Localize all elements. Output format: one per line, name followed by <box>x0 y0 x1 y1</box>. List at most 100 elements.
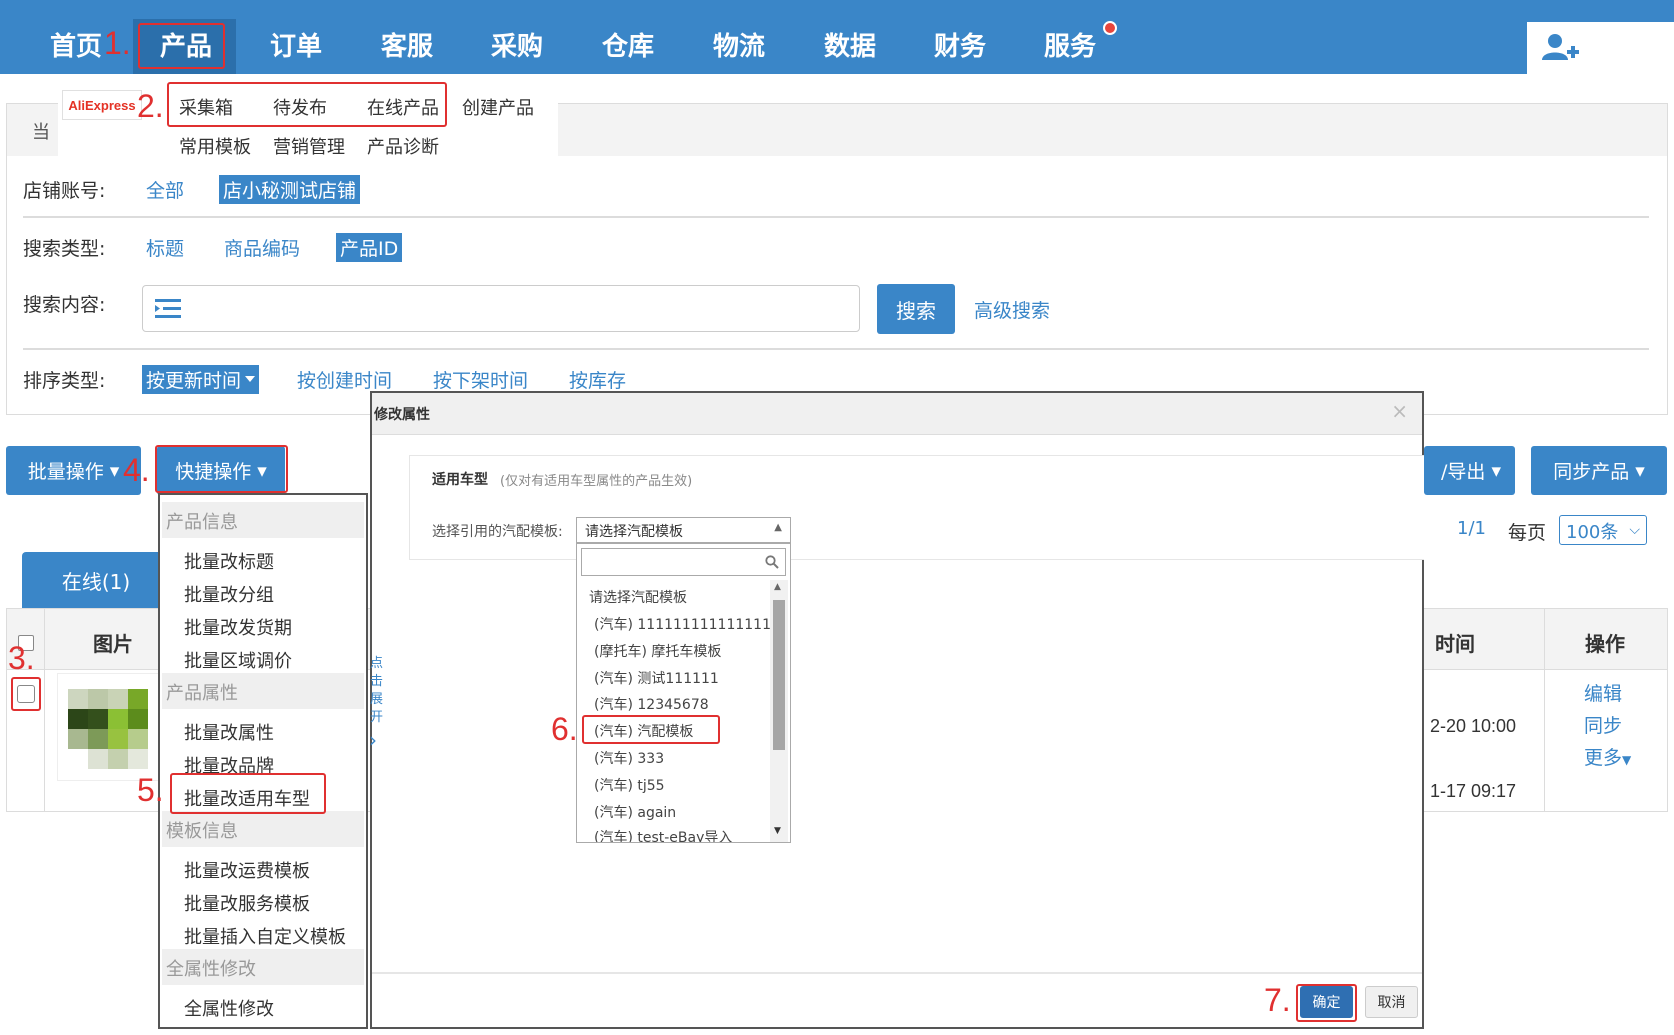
template-option[interactable]: (汽车) test-eBay导入 <box>594 827 732 842</box>
column-divider <box>1544 609 1545 811</box>
divider <box>23 348 1649 350</box>
nav-item-purchasing[interactable]: 采购 <box>491 26 543 63</box>
nav-item-data[interactable]: 数据 <box>824 26 876 63</box>
template-option[interactable]: (摩托车) 摩托车模板 <box>594 641 721 661</box>
scroll-up-icon[interactable]: ▲ <box>774 582 781 592</box>
template-option[interactable]: (汽车) 1111111111111111 <box>594 614 780 634</box>
scroll-down-icon[interactable]: ▼ <box>774 826 781 836</box>
nav-item-logistics[interactable]: 物流 <box>713 26 765 63</box>
advanced-search-link[interactable]: 高级搜索 <box>974 296 1050 323</box>
close-icon[interactable]: × <box>1391 399 1408 423</box>
template-option[interactable]: (汽车) 测试111111 <box>594 668 719 688</box>
action-more-label: 更多 <box>1584 747 1623 769</box>
aliexpress-logo: AliExpress <box>62 90 142 120</box>
step-number: 1. <box>104 25 131 61</box>
product-thumbnail[interactable] <box>57 673 161 781</box>
sync-products-button[interactable]: 同步产品 ▾ <box>1531 446 1667 495</box>
expand-hint[interactable]: 点击展开 <box>370 655 384 727</box>
template-search-input[interactable] <box>581 548 786 576</box>
sort-type-label: 排序类型: <box>23 370 106 392</box>
menu-item-batch-insert-custom-template[interactable]: 批量插入自定义模板 <box>184 923 346 949</box>
template-select-label: 选择引用的汽配模板: <box>432 524 563 540</box>
user-menu[interactable] <box>1527 22 1674 74</box>
caret-down-icon: ▼ <box>1622 753 1632 767</box>
cancel-button[interactable]: 取消 <box>1365 986 1418 1018</box>
store-option-all[interactable]: 全部 <box>146 176 184 203</box>
search-content-label: 搜索内容: <box>23 294 106 316</box>
batch-operations-label: 批量操作 <box>27 461 104 483</box>
sort-by-create-time[interactable]: 按创建时间 <box>297 366 392 393</box>
menu-item-batch-service-template[interactable]: 批量改服务模板 <box>184 890 310 916</box>
submenu-common-templates[interactable]: 常用模板 <box>179 133 251 159</box>
nav-item-warehouse[interactable]: 仓库 <box>602 26 654 63</box>
action-sync[interactable]: 同步 <box>1584 711 1622 738</box>
action-edit[interactable]: 编辑 <box>1584 679 1622 706</box>
search-button[interactable]: 搜索 <box>877 284 955 334</box>
sort-by-update-time[interactable]: 按更新时间 <box>142 365 260 394</box>
menu-item-batch-attributes[interactable]: 批量改属性 <box>184 719 274 745</box>
section-title: 适用车型 <box>432 472 488 488</box>
product-image <box>68 689 148 769</box>
annotation-box-4 <box>155 445 288 493</box>
menu-item-batch-shipping-template[interactable]: 批量改运费模板 <box>184 857 310 883</box>
template-options-list: 请选择汽配模板 (汽车) 1111111111111111 (摩托车) 摩托车模… <box>576 543 791 843</box>
sync-products-label: 同步产品 <box>1553 461 1630 483</box>
sort-by-update-time-label: 按更新时间 <box>146 370 242 392</box>
nav-item-home[interactable]: 首页 <box>50 26 102 63</box>
car-template-select[interactable]: 请选择汽配模板 ▲ <box>576 517 791 543</box>
nav-item-customer-service[interactable]: 客服 <box>381 26 433 63</box>
tab-online[interactable]: 在线(1) <box>22 552 170 608</box>
menu-group-product-attributes: 产品属性 <box>162 673 364 709</box>
menu-item-all-attributes-edit[interactable]: 全属性修改 <box>184 995 274 1021</box>
scrollbar-thumb[interactable] <box>773 600 785 750</box>
caret-up-icon: ▲ <box>774 522 782 533</box>
template-option[interactable]: (汽车) 12345678 <box>594 694 709 714</box>
menu-item-batch-title[interactable]: 批量改标题 <box>184 548 274 574</box>
annotation-box-1 <box>138 23 225 69</box>
step-number: 2. <box>137 88 164 124</box>
create-time: 1-17 09:17 <box>1430 781 1517 801</box>
template-option[interactable]: (汽车) again <box>594 802 676 822</box>
submenu-product-diagnosis[interactable]: 产品诊断 <box>367 133 439 159</box>
search-type-sku[interactable]: 商品编码 <box>224 234 300 261</box>
menu-group-product-info: 产品信息 <box>162 502 364 538</box>
action-more[interactable]: 更多▼ <box>1584 743 1631 770</box>
menu-item-batch-shipping-period[interactable]: 批量改发货期 <box>184 614 292 640</box>
batch-operations-button[interactable]: 批量操作 ▾ <box>6 446 141 495</box>
search-input[interactable] <box>142 285 860 332</box>
search-type-product-id[interactable]: 产品ID <box>336 233 403 262</box>
import-export-button[interactable]: /导出 ▾ <box>1424 446 1515 495</box>
column-header-time: 时间 <box>1435 632 1475 656</box>
annotation-box-7 <box>1296 984 1357 1022</box>
template-option[interactable]: (汽车) 333 <box>594 748 664 768</box>
search-type-label: 搜索类型: <box>23 238 106 260</box>
list-icon <box>155 299 181 318</box>
scrollbar-track[interactable]: ▲ ▼ <box>770 580 788 842</box>
template-option[interactable]: 请选择汽配模板 <box>589 587 687 607</box>
per-page-select[interactable]: 100条 ⌵ <box>1559 515 1647 545</box>
modal-title: 修改属性 <box>374 407 430 423</box>
notification-dot <box>1103 21 1117 35</box>
quick-operations-menu: 产品信息 批量改标题 批量改分组 批量改发货期 批量区域调价 产品属性 批量改属… <box>158 493 368 1029</box>
template-option[interactable]: (汽车) tj55 <box>594 775 665 795</box>
nav-item-services[interactable]: 服务 <box>1044 26 1096 63</box>
sort-by-stock[interactable]: 按库存 <box>569 366 626 393</box>
menu-group-template-info: 模板信息 <box>162 811 364 847</box>
nav-item-orders[interactable]: 订单 <box>270 26 322 63</box>
sort-by-delist-time[interactable]: 按下架时间 <box>433 366 528 393</box>
menu-item-batch-regional-price[interactable]: 批量区域调价 <box>184 647 292 673</box>
submenu-create-product[interactable]: 创建产品 <box>462 94 534 120</box>
search-type-title[interactable]: 标题 <box>146 234 184 261</box>
menu-group-all-attributes: 全属性修改 <box>162 949 364 985</box>
per-page-value: 100条 <box>1566 522 1619 543</box>
annotation-box-2 <box>167 82 447 127</box>
section-note: (仅对有适用车型属性的产品生效) <box>500 474 693 489</box>
import-export-label: /导出 <box>1441 461 1486 483</box>
chevron-right-icon[interactable]: › <box>369 728 377 752</box>
store-option-test-store[interactable]: 店小秘测试店铺 <box>219 175 361 204</box>
menu-item-batch-group[interactable]: 批量改分组 <box>184 581 274 607</box>
nav-item-finance[interactable]: 财务 <box>934 26 986 63</box>
search-icon <box>765 555 779 569</box>
step-number: 4. <box>123 452 150 488</box>
submenu-marketing[interactable]: 营销管理 <box>273 133 345 159</box>
